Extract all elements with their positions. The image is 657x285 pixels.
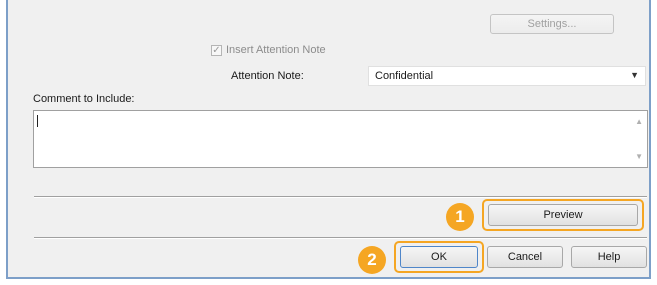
separator-bottom (34, 237, 647, 239)
print-settings-dialog: Settings... ✓ Insert Attention Note Atte… (6, 0, 651, 279)
comment-label: Comment to Include: (33, 93, 135, 105)
settings-button[interactable]: Settings... (490, 14, 614, 34)
comment-textarea[interactable]: ▲ ▼ (33, 110, 648, 168)
callout-1-badge: 1 (446, 203, 474, 231)
ok-button[interactable]: OK (400, 246, 478, 268)
callout-2-badge: 2 (358, 246, 386, 274)
attention-note-label: Attention Note: (231, 70, 304, 82)
separator-top (34, 196, 647, 198)
insert-attention-label: Insert Attention Note (226, 44, 326, 56)
attention-note-select[interactable]: Confidential ▼ (368, 66, 646, 86)
text-caret (37, 115, 38, 127)
scroll-down-icon[interactable]: ▼ (635, 152, 643, 161)
chevron-down-icon: ▼ (630, 70, 639, 80)
checkmark-icon: ✓ (212, 45, 221, 56)
preview-button[interactable]: Preview (488, 204, 638, 226)
help-button[interactable]: Help (571, 246, 647, 268)
scroll-up-icon[interactable]: ▲ (635, 117, 643, 126)
cancel-button[interactable]: Cancel (487, 246, 563, 268)
attention-note-value: Confidential (375, 70, 434, 82)
insert-attention-checkbox[interactable]: ✓ (211, 45, 222, 56)
